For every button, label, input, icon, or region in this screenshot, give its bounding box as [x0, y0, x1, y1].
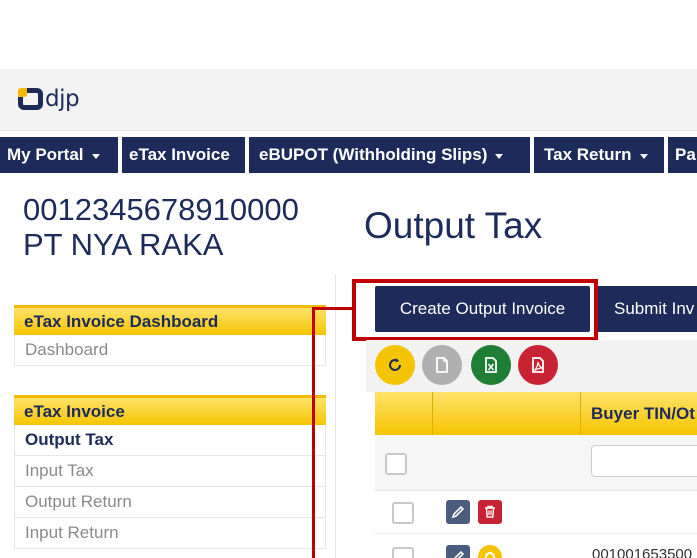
nav-etax-invoice[interactable]: eTax Invoice — [122, 137, 245, 173]
nav-label: Tax Return — [544, 145, 632, 164]
company-name: PT NYA RAKA — [23, 227, 224, 262]
annotation-callout-line — [313, 307, 353, 310]
table-row — [375, 491, 697, 534]
company-tin: 0012345678910000 — [23, 192, 299, 227]
annotation-callout-line — [312, 307, 315, 558]
sidebar-divider — [335, 275, 336, 558]
nav-label: eTax Invoice — [129, 145, 230, 164]
refresh-icon[interactable] — [375, 345, 415, 385]
submit-invoice-button[interactable]: Submit Inv — [596, 286, 697, 332]
edit-icon[interactable] — [446, 500, 470, 524]
top-header: djp — [0, 69, 697, 131]
column-divider — [432, 392, 433, 435]
company-info: 0012345678910000 PT NYA RAKA — [23, 192, 299, 262]
logo-text: djp — [45, 86, 80, 112]
sidebar-item-output-return[interactable]: Output Return — [14, 487, 326, 518]
main-navbar: My Portal eTax Invoice eBUPOT (Withholdi… — [0, 137, 697, 173]
sidebar-item-input-tax[interactable]: Input Tax — [14, 456, 326, 487]
select-all-checkbox[interactable] — [385, 453, 407, 475]
row-checkbox[interactable] — [392, 547, 414, 558]
sidebar-section-etax-invoice[interactable]: eTax Invoice — [14, 395, 326, 425]
document-icon[interactable] — [422, 345, 462, 385]
nav-ebupot[interactable]: eBUPOT (Withholding Slips) — [249, 137, 530, 173]
column-header-buyer-tin[interactable]: Buyer TIN/Ot — [591, 392, 695, 435]
sidebar-item-dashboard[interactable]: Dashboard — [14, 335, 326, 366]
sidebar-item-input-return[interactable]: Input Return — [14, 518, 326, 549]
pdf-icon[interactable] — [518, 345, 558, 385]
nav-my-portal[interactable]: My Portal — [0, 137, 118, 173]
buyer-tin-cell: 001001653500 — [592, 546, 693, 558]
djp-logo[interactable]: djp — [18, 84, 80, 114]
nav-payment-truncated[interactable]: Pa — [668, 137, 697, 173]
sidebar-item-output-tax[interactable]: Output Tax — [14, 425, 326, 456]
excel-icon[interactable] — [471, 345, 511, 385]
nav-label: eBUPOT (Withholding Slips) — [259, 145, 488, 164]
buyer-tin-filter-input[interactable] — [591, 445, 697, 477]
row-checkbox[interactable] — [392, 502, 414, 524]
caret-down-icon — [91, 153, 100, 159]
page-title: Output Tax — [364, 205, 543, 246]
column-divider — [580, 392, 581, 435]
caret-down-icon — [495, 153, 504, 159]
nav-label: My Portal — [7, 145, 84, 164]
edit-icon[interactable] — [446, 545, 470, 558]
delete-icon[interactable] — [478, 500, 502, 524]
nav-tax-return[interactable]: Tax Return — [534, 137, 664, 173]
app-root: djp My Portal eTax Invoice eBUPOT (Withh… — [0, 0, 697, 558]
nav-label: Pa — [675, 145, 696, 164]
sidebar-section-dashboard[interactable]: eTax Invoice Dashboard — [14, 305, 326, 335]
create-output-invoice-button[interactable]: Create Output Invoice — [375, 286, 590, 332]
djp-logo-mark-icon — [18, 88, 43, 110]
caret-down-icon — [639, 153, 648, 159]
